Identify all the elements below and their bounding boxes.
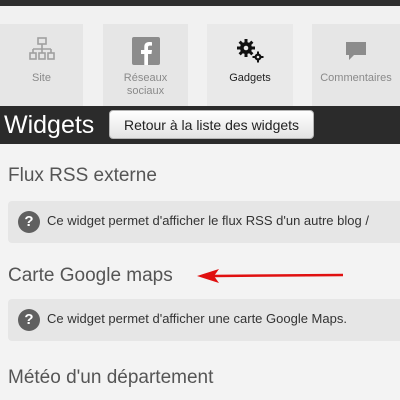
tab-label: Site [32,72,51,84]
tab-label: Commentaires [320,72,392,84]
comment-icon [344,36,368,66]
widget-description: Ce widget permet d'afficher le flux RSS … [47,213,369,228]
tab-comments[interactable]: Commentaires [312,24,400,108]
tab-label: Gadgets [229,72,271,84]
sitemap-icon [28,36,55,66]
gears-icon [235,36,265,66]
help-icon: ? [18,309,40,331]
widget-category-nav: Site Réseaux sociaux Gadgets Commentaire… [0,6,400,108]
help-icon: ? [18,211,40,233]
widgets-header: Widgets Retour à la liste des widgets [0,106,400,144]
widget-title-rss[interactable]: Flux RSS externe [8,164,157,188]
widget-description-box: ? Ce widget permet d'afficher une carte … [8,299,400,341]
back-to-widget-list-button[interactable]: Retour à la liste des widgets [109,110,314,139]
widget-title-google-maps[interactable]: Carte Google maps [8,264,173,288]
tab-gadgets[interactable]: Gadgets [207,24,293,108]
page-title: Widgets [4,111,95,139]
tab-social-networks[interactable]: Réseaux sociaux [103,24,188,108]
annotation-arrow [197,269,344,283]
tab-site[interactable]: Site [0,24,83,108]
facebook-icon [131,36,160,66]
widget-description: Ce widget permet d'afficher une carte Go… [47,311,347,326]
widget-title-weather[interactable]: Météo d'un département [8,366,213,390]
tab-label: Réseaux sociaux [123,72,168,97]
widget-description-box: ? Ce widget permet d'afficher le flux RS… [8,201,400,243]
